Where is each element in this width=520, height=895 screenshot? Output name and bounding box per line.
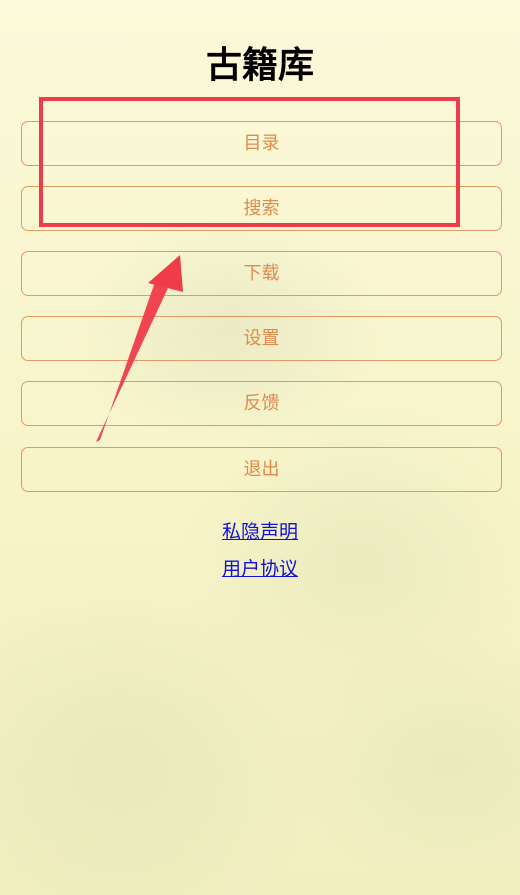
search-button[interactable]: 搜索 xyxy=(21,186,502,231)
privacy-link[interactable]: 私隐声明 xyxy=(0,517,520,544)
download-button[interactable]: 下载 xyxy=(21,251,502,296)
page-title: 古籍库 xyxy=(205,45,314,86)
exit-button[interactable]: 退出 xyxy=(21,447,502,492)
settings-button[interactable]: 设置 xyxy=(21,316,502,361)
user-agreement-link[interactable]: 用户协议 xyxy=(0,554,520,581)
catalog-button[interactable]: 目录 xyxy=(21,121,502,166)
feedback-button[interactable]: 反馈 xyxy=(21,381,502,426)
